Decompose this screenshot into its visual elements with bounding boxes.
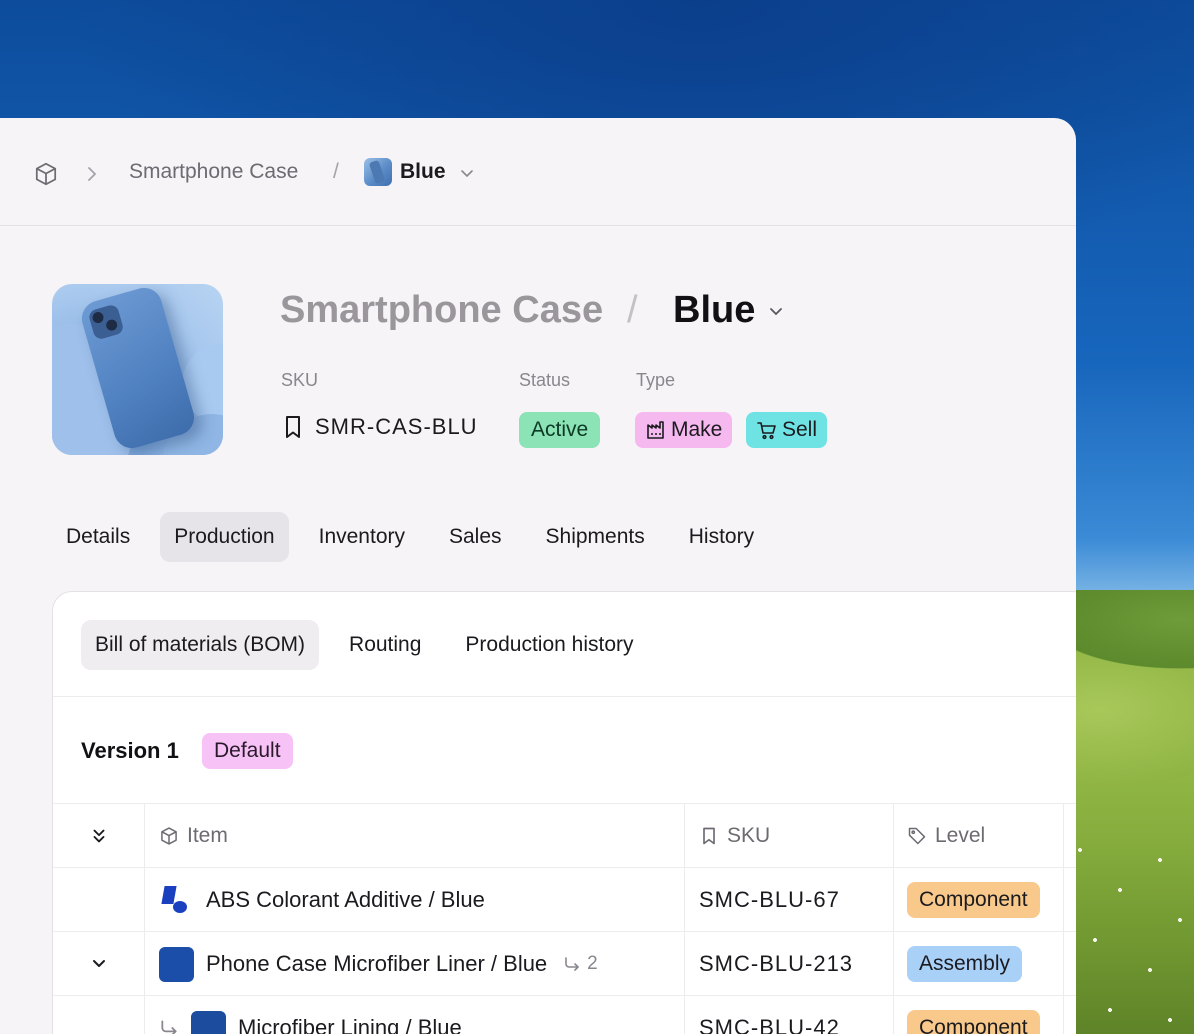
item-name[interactable]: Microfiber Lining / Blue: [238, 1015, 462, 1034]
table-row[interactable]: Phone Case Microfiber Liner / Blue 2 SMC…: [53, 931, 1076, 996]
variant-dropdown-icon[interactable]: [766, 301, 786, 321]
table-row[interactable]: Microfiber Lining / Blue SMC-BLU-42 Comp…: [53, 995, 1076, 1034]
column-header-item-label: Item: [187, 824, 228, 847]
sub-item-count-value: 2: [587, 953, 598, 974]
level-badge: Component: [907, 1010, 1040, 1034]
sku-text: SMR-CAS-BLU: [315, 414, 478, 439]
type-badge-sell: Sell: [746, 412, 828, 448]
tab-history[interactable]: History: [675, 512, 768, 562]
variant-thumbnail: [364, 158, 392, 186]
cube-icon[interactable]: [33, 161, 59, 187]
subtab-routing[interactable]: Routing: [335, 620, 435, 670]
type-badge-make-label: Make: [671, 418, 723, 441]
level-badge: Assembly: [907, 946, 1023, 982]
expand-all-button[interactable]: [53, 804, 144, 868]
version-title[interactable]: Version 1: [81, 738, 179, 764]
status-badge: Active: [519, 412, 601, 448]
column-header-sku[interactable]: SKU: [699, 804, 770, 868]
item-sku: SMC-BLU-213: [699, 951, 854, 976]
column-header-level-label: Level: [935, 824, 986, 847]
item-sku: SMC-BLU-42: [699, 1015, 840, 1034]
tab-sales[interactable]: Sales: [435, 512, 516, 562]
corner-down-right-icon: [565, 957, 579, 971]
breadcrumb: Smartphone Case / Blue: [0, 118, 1076, 226]
table-row[interactable]: ABS Colorant Additive / Blue SMC-BLU-67 …: [53, 867, 1076, 932]
item-thumbnail: [191, 1010, 226, 1034]
status-label: Status: [519, 370, 571, 390]
column-header-item[interactable]: Item: [159, 804, 228, 868]
main-tabs: Details Production Inventory Sales Shipm…: [52, 512, 784, 562]
chevron-down-icon: [92, 960, 105, 967]
column-header-sku-label: SKU: [727, 824, 771, 847]
bookmark-icon: [286, 416, 300, 438]
production-panel: Bill of materials (BOM) Routing Producti…: [52, 591, 1076, 1034]
column-header-level[interactable]: Level: [907, 804, 985, 868]
type-badge-make: Make: [635, 412, 733, 448]
tab-details[interactable]: Details: [52, 512, 144, 562]
divider: [53, 696, 1076, 697]
tab-production[interactable]: Production: [160, 512, 289, 562]
tab-shipments[interactable]: Shipments: [532, 512, 659, 562]
sku-label: SKU: [281, 370, 319, 390]
app-window: Smartphone Case / Blue Smartphone Case /…: [0, 118, 1076, 1034]
product-image[interactable]: [52, 284, 223, 455]
type-label: Type: [636, 370, 676, 390]
cube-icon: [161, 827, 177, 845]
breadcrumb-separator: /: [333, 160, 339, 183]
breadcrumb-current[interactable]: Blue: [400, 160, 446, 184]
item-sku: SMC-BLU-67: [699, 887, 840, 912]
breadcrumb-parent-link[interactable]: Smartphone Case: [129, 160, 298, 184]
item-thumbnail: [159, 946, 194, 982]
corner-down-right-icon: [161, 1020, 177, 1034]
subtab-bom[interactable]: Bill of materials (BOM): [81, 620, 320, 670]
factory-icon: [647, 421, 664, 439]
sku-value: SMR-CAS-BLU: [281, 414, 478, 440]
item-thumbnail: [159, 882, 194, 918]
tag-icon: [908, 827, 926, 845]
chevrons-down-icon: [93, 829, 104, 843]
item-name[interactable]: ABS Colorant Additive / Blue: [206, 887, 485, 913]
type-badge-sell-label: Sell: [782, 418, 818, 441]
page-title-parent[interactable]: Smartphone Case: [280, 289, 603, 332]
shopping-cart-icon: [757, 422, 776, 440]
background-flowers: [1060, 820, 1194, 1034]
production-subtabs: Bill of materials (BOM) Routing Producti…: [81, 620, 664, 670]
default-badge: Default: [202, 733, 293, 769]
item-name[interactable]: Phone Case Microfiber Liner / Blue: [206, 951, 547, 977]
subtab-production-history[interactable]: Production history: [451, 620, 647, 670]
chevron-down-icon[interactable]: [458, 164, 476, 182]
tab-inventory[interactable]: Inventory: [305, 512, 419, 562]
bookmark-icon: [703, 827, 715, 845]
chevron-right-icon: [88, 167, 97, 181]
level-badge: Component: [907, 882, 1040, 918]
bom-table: Item SKU Level ABS Colorant Additive / B…: [53, 803, 1076, 1034]
table-header: Item SKU Level: [53, 803, 1076, 868]
sub-item-count: 2: [563, 953, 598, 975]
title-separator: /: [627, 289, 638, 331]
expand-row-button[interactable]: [53, 932, 144, 996]
page-title: Blue: [673, 289, 756, 331]
